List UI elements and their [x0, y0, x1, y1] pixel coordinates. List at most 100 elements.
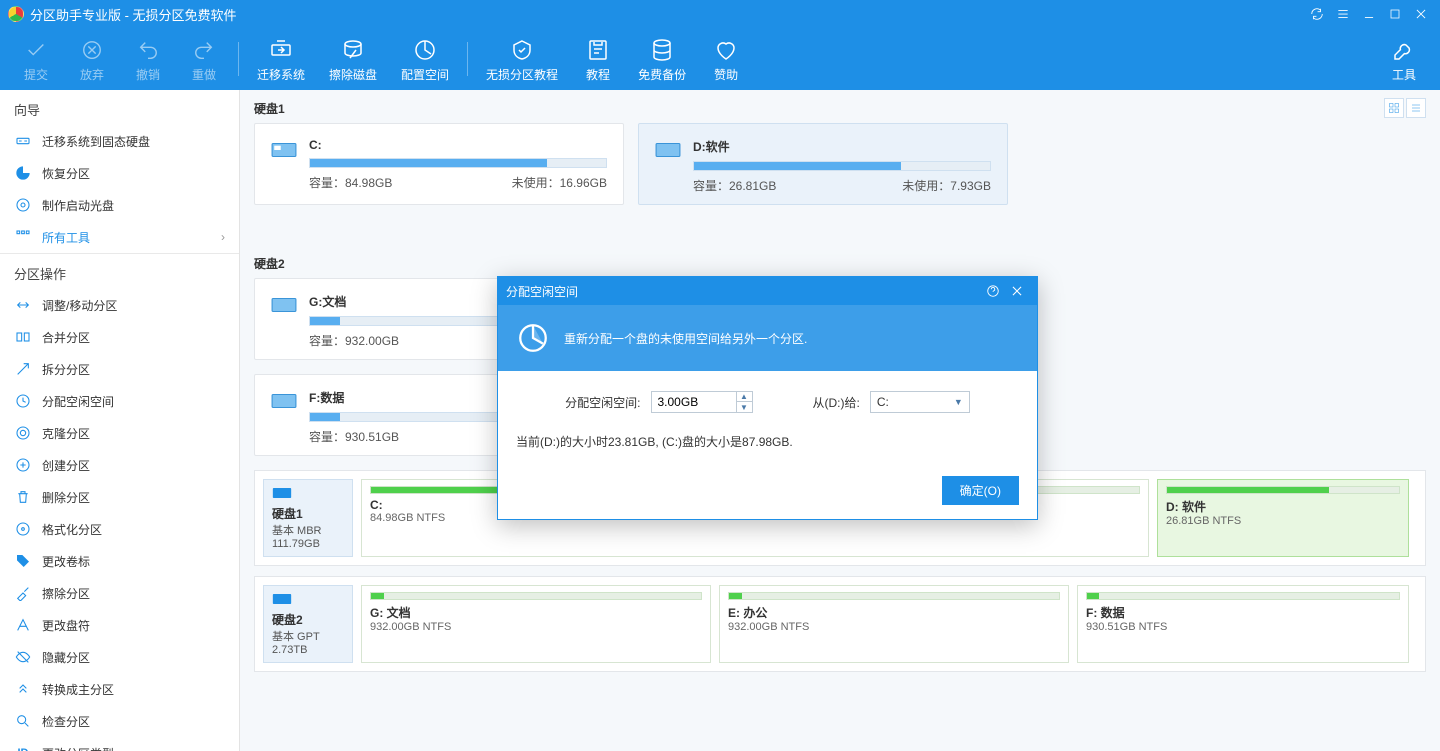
sidebar-item-label: 克隆分区 [42, 425, 90, 442]
amount-field[interactable] [652, 395, 736, 409]
dialog-titlebar[interactable]: 分配空闲空间 [498, 277, 1037, 305]
dialog-note: 当前(D:)的大小时23.81GB, (C:)盘的大小是87.98GB. [516, 433, 1019, 450]
usage-bar [370, 592, 702, 600]
sidebar-item-letter[interactable]: 更改盘符 [0, 609, 239, 641]
migrate-os-button[interactable]: 迁移系统 [245, 28, 317, 90]
partition-card-d[interactable]: D:软件 容量：26.81GB 未使用：7.93GB [638, 123, 1008, 205]
sidebar-item-clone[interactable]: 克隆分区 [0, 417, 239, 449]
usage-bar [1166, 486, 1400, 494]
titlebar: 分区助手专业版 - 无损分区免费软件 [0, 0, 1440, 28]
partition-cell[interactable]: G: 文档932.00GB NTFS [361, 585, 711, 663]
ok-button[interactable]: 确定(O) [942, 476, 1019, 505]
usage-bar [693, 161, 991, 171]
sidebar-item-migrate-ssd[interactable]: 迁移系统到固态硬盘 [0, 125, 239, 157]
sidebar-item-allocate[interactable]: 分配空闲空间 [0, 385, 239, 417]
commit-button[interactable]: 提交 [8, 28, 64, 90]
sidebar-item-wipe[interactable]: 擦除分区 [0, 577, 239, 609]
usage-bar [1086, 592, 1400, 600]
disk-name: 硬盘1 [272, 505, 344, 522]
partition-cell[interactable]: D: 软件26.81GB NTFS [1157, 479, 1409, 557]
sidebar-item-resize[interactable]: 调整/移动分区 [0, 289, 239, 321]
spin-up-icon[interactable]: ▲ [737, 392, 752, 402]
spin-down-icon[interactable]: ▼ [737, 402, 752, 412]
sidebar-item-label: 合并分区 [42, 329, 90, 346]
redo-button[interactable]: 重做 [176, 28, 232, 90]
sidebar-item-format[interactable]: 格式化分区 [0, 513, 239, 545]
sidebar-item-type[interactable]: ID更改分区类型 [0, 737, 239, 751]
usage-bar [309, 158, 607, 168]
sidebar-item-label: 格式化分区 [42, 521, 102, 538]
dialog-hero: 重新分配一个盘的未使用空间给另外一个分区. [498, 305, 1037, 371]
dialog-hero-text: 重新分配一个盘的未使用空间给另外一个分区. [564, 330, 807, 347]
sidebar: 向导 迁移系统到固态硬盘 恢复分区 制作启动光盘 所有工具› 分区操作 调整/移… [0, 90, 240, 751]
close-icon[interactable] [1408, 1, 1434, 27]
tutorial-lossless-button[interactable]: 无损分区教程 [474, 28, 570, 90]
partition-name: D:软件 [693, 138, 991, 155]
sidebar-item-label: 转换成主分区 [42, 681, 114, 698]
donate-button[interactable]: 赞助 [698, 28, 754, 90]
sidebar-item-label: 分配空闲空间 [42, 393, 114, 410]
target-value: C: [877, 395, 889, 409]
pie-icon [516, 321, 550, 355]
capacity-label: 容量：84.98GB [309, 174, 392, 191]
partition-info: 930.51GB NTFS [1086, 621, 1400, 633]
sidebar-item-recover[interactable]: 恢复分区 [0, 157, 239, 189]
undo-button[interactable]: 撤销 [120, 28, 176, 90]
partition-name: E: 办公 [728, 604, 1060, 621]
from-label: 从(D:)给: [813, 394, 860, 411]
chevron-down-icon: ▼ [954, 397, 963, 407]
partition-name: D: 软件 [1166, 498, 1400, 515]
discard-button[interactable]: 放弃 [64, 28, 120, 90]
partition-cell[interactable]: F: 数据930.51GB NTFS [1077, 585, 1409, 663]
chevron-right-icon: › [221, 230, 225, 244]
disk-header[interactable]: 硬盘1基本 MBR111.79GB [263, 479, 353, 557]
sidebar-item-delete[interactable]: 删除分区 [0, 481, 239, 513]
sidebar-item-create[interactable]: 创建分区 [0, 449, 239, 481]
unused-label: 未使用：7.93GB [902, 177, 991, 194]
sidebar-item-primary[interactable]: 转换成主分区 [0, 673, 239, 705]
maximize-icon[interactable] [1382, 1, 1408, 27]
sidebar-item-label: 隐藏分区 [42, 649, 90, 666]
sidebar-item-label: 创建分区 [42, 457, 90, 474]
partition-cell[interactable]: E: 办公932.00GB NTFS [719, 585, 1069, 663]
menu-icon[interactable] [1330, 1, 1356, 27]
disk-scheme: 基本 GPT [272, 628, 344, 644]
sidebar-item-check[interactable]: 检查分区 [0, 705, 239, 737]
partition-card-c[interactable]: C: 容量：84.98GB未使用：16.96GB [254, 123, 624, 205]
sidebar-item-label: 拆分分区 [42, 361, 90, 378]
amount-input[interactable]: ▲▼ [651, 391, 753, 413]
capacity-label: 容量：26.81GB [693, 177, 776, 194]
sidebar-item-bootdisc[interactable]: 制作启动光盘 [0, 189, 239, 221]
allocate-space-button[interactable]: 配置空间 [389, 28, 461, 90]
sidebar-item-label: 所有工具 [42, 229, 90, 246]
sidebar-item-label: 删除分区 [42, 489, 90, 506]
sidebar-item-merge[interactable]: 合并分区 [0, 321, 239, 353]
allocate-dialog: 分配空闲空间 重新分配一个盘的未使用空间给另外一个分区. 分配空闲空间: ▲▼ … [497, 276, 1038, 520]
sidebar-item-label: 制作启动光盘 [42, 197, 114, 214]
drive-icon [271, 140, 297, 160]
sidebar-item-all-tools[interactable]: 所有工具 › [0, 221, 239, 253]
disk-icon [272, 592, 344, 609]
refresh-icon[interactable] [1304, 1, 1330, 27]
tutorial-button[interactable]: 教程 [570, 28, 626, 90]
partition-name: C: [309, 138, 607, 152]
disk-icon [272, 486, 344, 503]
wipe-disk-button[interactable]: 擦除磁盘 [317, 28, 389, 90]
minimize-icon[interactable] [1356, 1, 1382, 27]
amount-label: 分配空闲空间: [565, 394, 640, 411]
target-select[interactable]: C: ▼ [870, 391, 970, 413]
disk-header[interactable]: 硬盘2基本 GPT2.73TB [263, 585, 353, 663]
sidebar-item-label[interactable]: 更改卷标 [0, 545, 239, 577]
help-icon[interactable] [981, 279, 1005, 303]
sidebar-item-hide[interactable]: 隐藏分区 [0, 641, 239, 673]
tools-button[interactable]: 工具 [1376, 28, 1432, 90]
free-backup-button[interactable]: 免费备份 [626, 28, 698, 90]
sidebar-item-split[interactable]: 拆分分区 [0, 353, 239, 385]
drive-icon [271, 295, 297, 315]
sidebar-item-label: 更改盘符 [42, 617, 90, 634]
capacity-label: 容量：930.51GB [309, 428, 399, 445]
view-grid-icon[interactable] [1384, 98, 1404, 118]
dialog-close-icon[interactable] [1005, 279, 1029, 303]
view-list-icon[interactable] [1406, 98, 1426, 118]
sidebar-item-label: 恢复分区 [42, 165, 90, 182]
